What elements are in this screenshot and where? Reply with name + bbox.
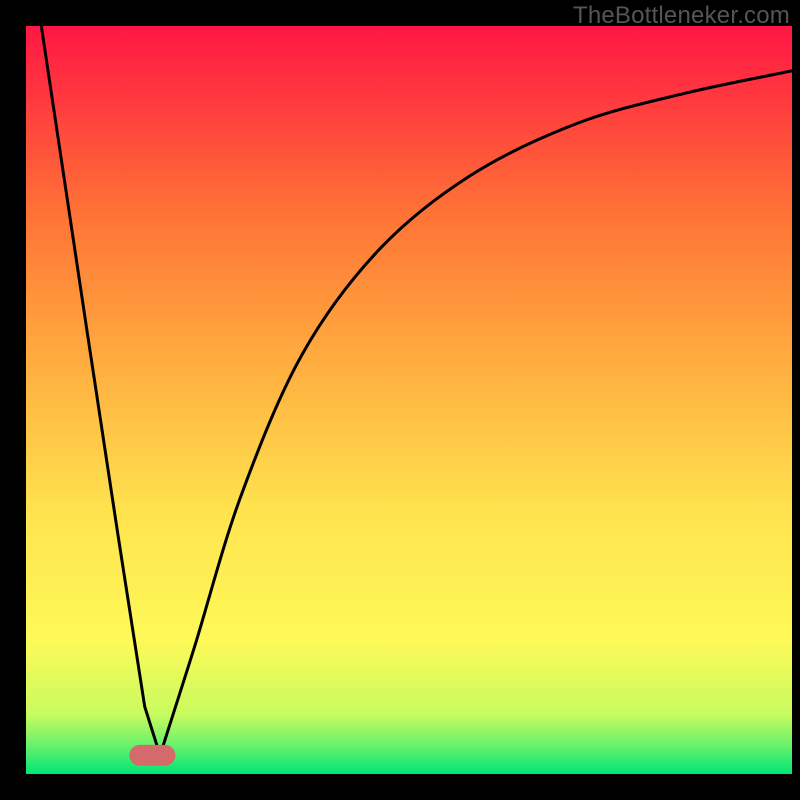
chart-svg	[26, 26, 792, 774]
gradient-background	[26, 26, 792, 774]
optimum-marker	[129, 745, 175, 766]
chart-frame: TheBottleneker.com	[0, 0, 800, 800]
plot-area	[26, 26, 792, 774]
marker-group	[129, 745, 175, 766]
